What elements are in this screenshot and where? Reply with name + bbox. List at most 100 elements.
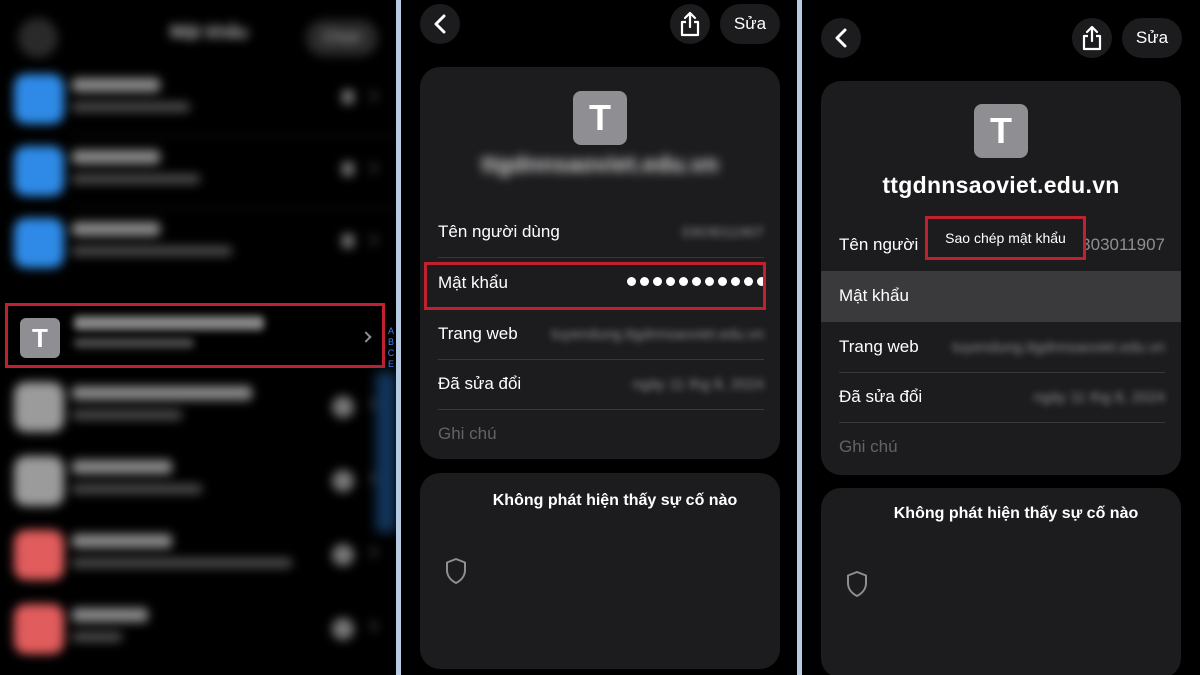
security-card: Không phát hiện thấy sự cố nào [821, 488, 1181, 675]
chevron-right-icon [366, 234, 378, 246]
modified-row: Đã sửa đổi ngày 11 thg 8, 2024 [420, 359, 780, 410]
list-item-subtitle [72, 410, 182, 420]
selected-password-row[interactable]: T [5, 303, 385, 368]
modified-row: Đã sửa đổi ngày 11 thg 8, 2024 [821, 372, 1181, 423]
back-button[interactable] [420, 4, 460, 44]
list-item-title [72, 608, 148, 622]
security-status-text: Không phát hiện thấy sự cố nào [492, 492, 738, 509]
security-status-text: Không phát hiện thấy sự cố nào [893, 505, 1139, 522]
app-icon [14, 604, 64, 654]
list-item-subtitle [72, 484, 202, 494]
count-badge [332, 544, 354, 566]
list-item[interactable] [0, 520, 396, 594]
password-details-card: T ttgdnnsaoviet.edu.vn Tên người 0303011… [821, 81, 1181, 475]
chevron-right-icon [366, 620, 378, 632]
password-row-highlight [424, 262, 766, 310]
count-badge [332, 618, 354, 640]
chevron-left-icon [835, 28, 847, 48]
chevron-left-icon [434, 14, 446, 34]
password-label: Mật khẩu [839, 286, 909, 305]
notes-placeholder: Ghi chú [839, 437, 898, 456]
username-label: Tên người [839, 235, 919, 254]
list-item-subtitle [72, 102, 190, 112]
app-icon [14, 146, 64, 196]
list-item-subtitle [72, 246, 232, 256]
edit-button[interactable]: Sửa [1122, 18, 1182, 58]
list-item-title [72, 534, 172, 548]
app-icon [14, 218, 64, 268]
count-badge [342, 162, 354, 176]
app-icon [14, 530, 64, 580]
list-title: Mật khẩu [170, 22, 249, 42]
index-letter[interactable]: A [386, 326, 396, 337]
modified-label: Đã sửa đổi [438, 374, 522, 393]
list-section-bottom [0, 372, 396, 668]
count-badge [342, 234, 354, 248]
selected-row-subtitle [74, 338, 194, 348]
modified-value: ngày 11 thg 8, 2024 [632, 376, 765, 393]
shield-icon [446, 558, 466, 584]
count-badge [332, 470, 354, 492]
index-letter[interactable]: C [386, 348, 396, 359]
website-row[interactable]: Trang web tuyendung.ttgdnnsaoviet.edu.vn [420, 309, 780, 360]
section-index-bar[interactable]: A B C E [386, 326, 396, 370]
share-button[interactable] [670, 4, 710, 44]
panel-divider [396, 0, 401, 675]
share-icon [1082, 25, 1102, 51]
website-value: tuyendung.ttgdnnsaoviet.edu.vn [551, 326, 764, 343]
back-button[interactable] [821, 18, 861, 58]
username-value: 0303011907 [681, 224, 764, 241]
list-item-title [72, 386, 252, 400]
username-row[interactable]: Tên người dùng 0303011907 [420, 207, 780, 258]
password-detail-copy-panel: Sửa T ttgdnnsaoviet.edu.vn Tên người 030… [803, 0, 1200, 675]
app-icon [14, 456, 64, 506]
security-card: Không phát hiện thấy sự cố nào [420, 473, 780, 669]
password-detail-panel: Sửa T ttgdnnsaoviet.edu.vn Tên người dùn… [402, 0, 796, 675]
username-label: Tên người dùng [438, 222, 560, 241]
share-button[interactable] [1072, 18, 1112, 58]
site-title: ttgdnnsaoviet.edu.vn [481, 151, 719, 177]
chevron-right-icon [366, 546, 378, 558]
site-title: ttgdnnsaoviet.edu.vn [882, 172, 1120, 198]
website-label: Trang web [438, 324, 518, 343]
notes-row[interactable]: Ghi chú [821, 422, 1181, 473]
count-badge [342, 90, 354, 104]
chevron-right-icon [360, 331, 372, 343]
website-label: Trang web [839, 337, 919, 356]
list-item-subtitle [72, 174, 200, 184]
app-icon [14, 74, 64, 124]
selected-row-title [74, 316, 264, 330]
notes-placeholder: Ghi chú [438, 424, 497, 443]
list-item[interactable] [0, 372, 396, 446]
modified-value: ngày 11 thg 8, 2024 [1033, 389, 1166, 406]
scroll-indicator[interactable] [376, 372, 396, 532]
site-tile-icon: T [20, 318, 60, 358]
list-item[interactable] [0, 136, 396, 208]
list-item[interactable] [0, 594, 396, 668]
index-letter[interactable]: B [386, 337, 396, 348]
panel-divider [797, 0, 802, 675]
index-letter[interactable]: E [386, 359, 396, 370]
chevron-right-icon [366, 90, 378, 102]
copy-password-label: Sao chép mật khẩu [945, 230, 1066, 246]
list-item-title [72, 460, 172, 474]
chevron-right-icon [366, 162, 378, 174]
back-button[interactable] [18, 18, 58, 58]
count-badge [332, 396, 354, 418]
password-row-selected[interactable]: Mật khẩu [821, 271, 1181, 322]
list-item[interactable] [0, 446, 396, 520]
list-section-top [0, 64, 396, 280]
notes-row[interactable]: Ghi chú [420, 409, 780, 459]
list-item-subtitle [72, 632, 122, 642]
modified-label: Đã sửa đổi [839, 387, 923, 406]
edit-button[interactable]: Sửa [720, 4, 780, 44]
list-item[interactable] [0, 64, 396, 136]
website-row[interactable]: Trang web tuyendung.ttgdnnsaoviet.edu.vn [821, 322, 1181, 373]
copy-password-popup[interactable]: Sao chép mật khẩu [925, 216, 1086, 260]
select-button[interactable]: Chọn [306, 20, 378, 56]
list-item[interactable] [0, 208, 396, 280]
shield-icon [847, 571, 867, 597]
share-icon [680, 11, 700, 37]
list-item-title [72, 78, 160, 92]
site-tile-icon: T [573, 91, 627, 145]
